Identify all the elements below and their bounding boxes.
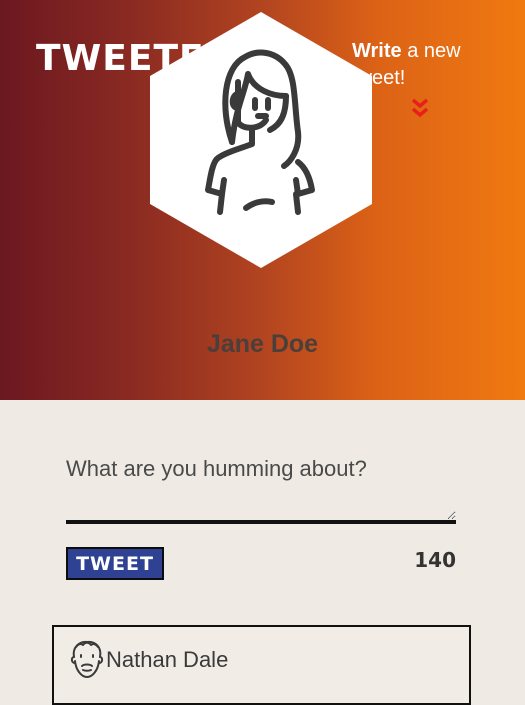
feed-item[interactable]: Nathan Dale [52,625,471,705]
char-counter: 140 [414,548,456,572]
feed-item-name: Nathan Dale [106,647,229,672]
write-cta[interactable]: Write a new tweet! [352,38,512,92]
profile-avatar [150,12,372,268]
tweet-button[interactable]: TWEET [66,547,164,580]
hero-banner: TWEETER Write a new tweet! Jane Doe [0,0,525,400]
tweet-input[interactable] [66,452,456,524]
bearded-man-avatar-icon [70,640,104,678]
profile-name: Jane Doe [206,330,319,358]
tweet-composer [66,452,456,528]
double-chevron-down-icon[interactable] [410,97,430,121]
